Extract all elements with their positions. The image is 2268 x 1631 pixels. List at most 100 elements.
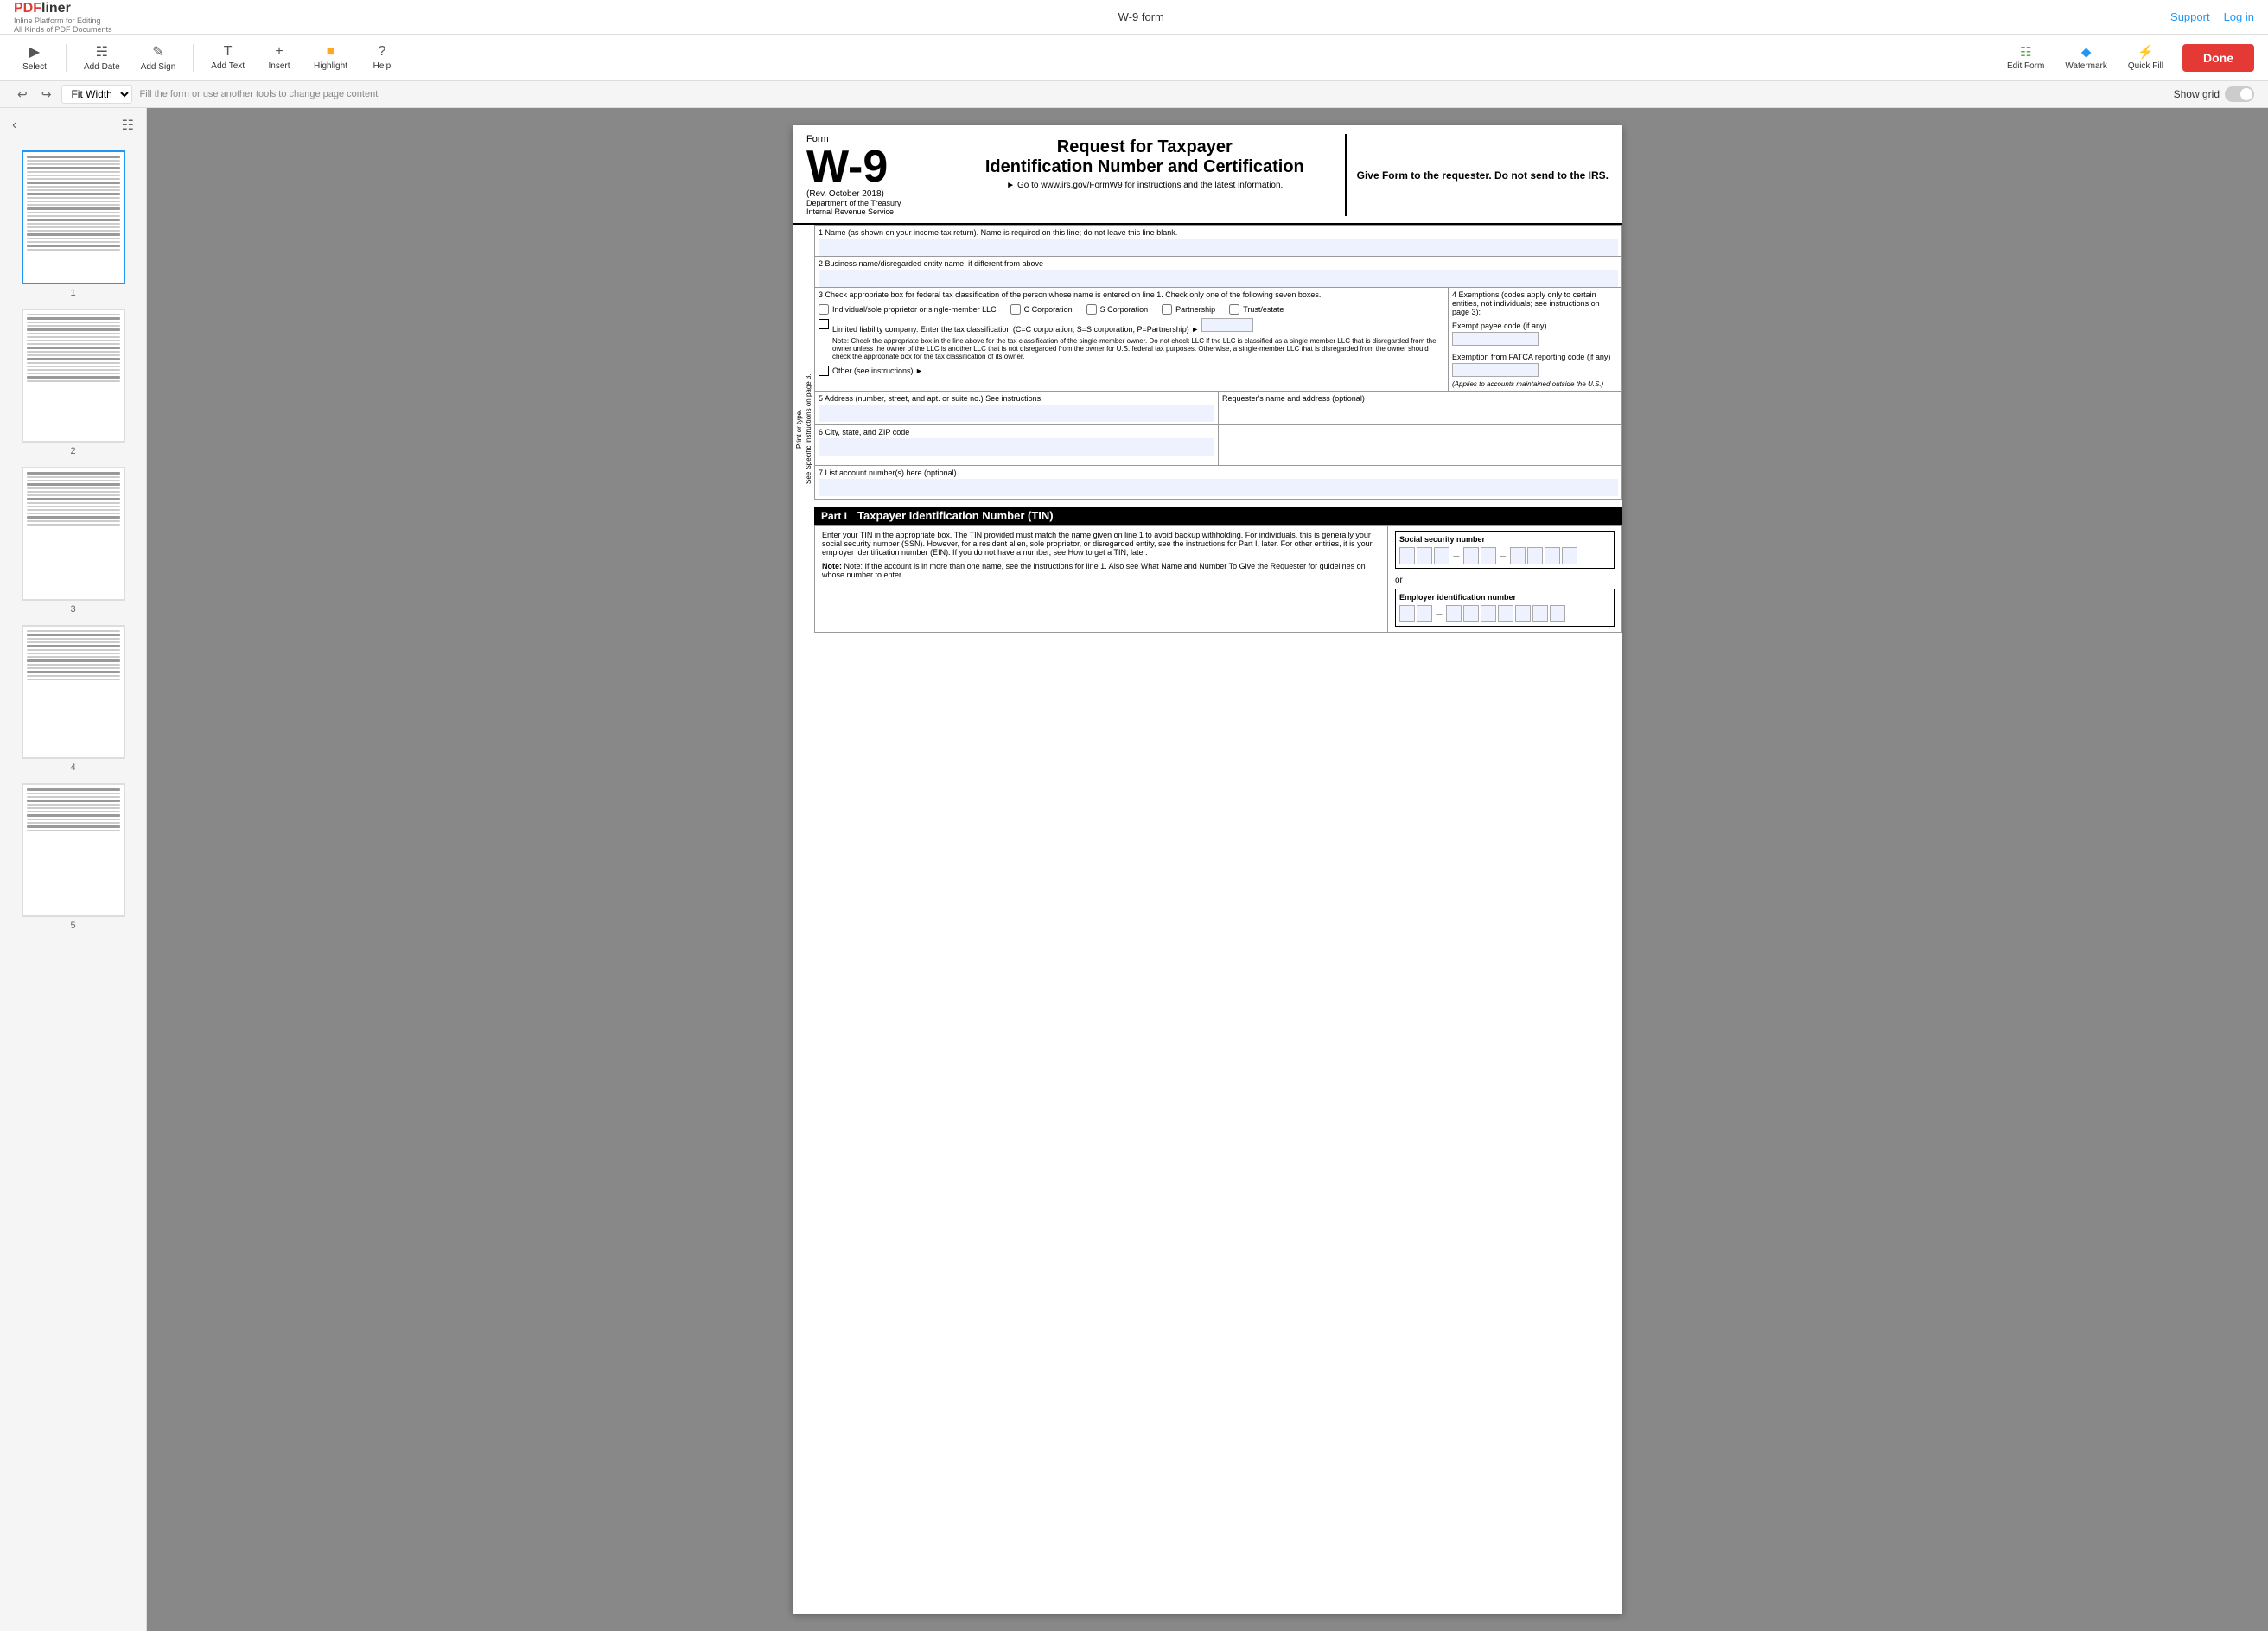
ssn-cell-4[interactable] <box>1463 547 1479 564</box>
requester-name-input[interactable] <box>1222 405 1618 422</box>
help-tool[interactable]: ? Help <box>361 41 403 74</box>
watermark-icon: ◆ <box>2081 44 2092 60</box>
thumbnail-page-3[interactable]: 3 <box>7 467 139 615</box>
thumbnail-page-2[interactable]: 2 <box>7 309 139 456</box>
ssn-cell-3[interactable] <box>1434 547 1449 564</box>
edit-form-icon: ☷ <box>2020 44 2031 60</box>
top-right-actions: Support Log in <box>2170 10 2254 23</box>
ssn-cell-5[interactable] <box>1481 547 1496 564</box>
exempt-payee-input[interactable] <box>1452 332 1539 346</box>
edit-form-tool[interactable]: ☷ Edit Form <box>1998 41 2053 74</box>
scorp-checkbox[interactable] <box>1086 304 1097 315</box>
form-irs: Internal Revenue Service <box>806 207 945 216</box>
thumb-label-5: 5 <box>70 921 75 931</box>
individual-label: Individual/sole proprietor or single-mem… <box>832 305 997 314</box>
or-text: or <box>1395 576 1615 585</box>
ssn-cell-2[interactable] <box>1417 547 1432 564</box>
sidebar-back-button[interactable]: ‹ <box>10 116 18 135</box>
ein-cell-1[interactable] <box>1399 605 1415 622</box>
individual-checkbox[interactable] <box>819 304 829 315</box>
llc-note: Note: Check the appropriate box in the l… <box>832 337 1444 360</box>
ssn-cell-9[interactable] <box>1562 547 1577 564</box>
insert-tool[interactable]: + Insert <box>258 41 300 74</box>
partnership-checkbox[interactable] <box>1162 304 1172 315</box>
fatca-input[interactable] <box>1452 363 1539 377</box>
show-grid-toggle[interactable] <box>2225 86 2254 102</box>
other-checkbox[interactable] <box>819 366 829 376</box>
fit-width-select[interactable]: Fit Width <box>61 85 132 104</box>
ein-cell-3[interactable] <box>1446 605 1462 622</box>
title-line1: Request for Taxpayer <box>945 137 1345 157</box>
ssn-cell-7[interactable] <box>1527 547 1543 564</box>
quick-fill-icon: ⚡ <box>2137 44 2154 60</box>
thumb-img-2 <box>22 309 125 443</box>
watermark-tool[interactable]: ◆ Watermark <box>2056 41 2116 74</box>
partnership-label: Partnership <box>1175 305 1215 314</box>
field1-input[interactable] <box>819 239 1618 256</box>
ein-cell-5[interactable] <box>1481 605 1496 622</box>
trust-checkbox[interactable] <box>1229 304 1239 315</box>
thumb-label-3: 3 <box>70 604 75 615</box>
add-sign-label: Add Sign <box>141 62 176 72</box>
add-date-tool[interactable]: ☵ Add Date <box>77 40 127 75</box>
edit-form-label: Edit Form <box>2007 61 2044 71</box>
ein-cell-6[interactable] <box>1498 605 1513 622</box>
sidebar: ‹ ☷ <box>0 108 147 1631</box>
llc-checkbox[interactable] <box>819 319 829 329</box>
show-grid-control: Show grid <box>2174 86 2254 102</box>
support-link[interactable]: Support <box>2170 10 2210 23</box>
w9-header: Form W-9 (Rev. October 2018) Department … <box>793 125 1622 225</box>
ein-cell-7[interactable] <box>1515 605 1531 622</box>
part1-title: Taxpayer Identification Number (TIN) <box>857 509 1054 522</box>
help-icon: ? <box>379 44 386 60</box>
ssn-cell-8[interactable] <box>1545 547 1560 564</box>
ein-cell-8[interactable] <box>1532 605 1548 622</box>
ssn-box: Social security number – <box>1395 531 1615 569</box>
field7-input[interactable] <box>819 479 1618 496</box>
quick-fill-tool[interactable]: ⚡ Quick Fill <box>2119 41 2172 74</box>
field2-label: 2 Business name/disregarded entity name,… <box>819 259 1618 268</box>
other-label: Other (see instructions) ► <box>832 366 923 375</box>
watermark-label: Watermark <box>2065 61 2107 71</box>
field6-input[interactable] <box>819 438 1214 456</box>
requester-address-input[interactable] <box>1222 428 1618 462</box>
thumb-label-1: 1 <box>70 288 75 298</box>
part1-label: Part I <box>821 510 847 522</box>
select-icon: ▶ <box>29 43 40 61</box>
ein-seg-1 <box>1399 605 1432 622</box>
ssn-cell-6[interactable] <box>1510 547 1526 564</box>
thumbnail-page-5[interactable]: 5 <box>7 783 139 931</box>
select-tool[interactable]: ▶ Select <box>14 40 55 75</box>
thumbnail-page-4[interactable]: 4 <box>7 625 139 773</box>
ccorp-checkbox-item: C Corporation <box>1010 304 1073 315</box>
requester-name-col: Requester's name and address (optional) <box>1219 392 1621 424</box>
login-link[interactable]: Log in <box>2224 10 2254 23</box>
ssn-cell-1[interactable] <box>1399 547 1415 564</box>
thumb-img-4 <box>22 625 125 759</box>
specific-instructions-label: See Specific Instructions on page 3. <box>805 228 812 629</box>
ccorp-checkbox[interactable] <box>1010 304 1021 315</box>
sidebar-pages-button[interactable]: ☷ <box>120 115 136 136</box>
redo-button[interactable]: ↪ <box>38 86 55 104</box>
undo-button[interactable]: ↩ <box>14 86 31 104</box>
row-3-4: 3 Check appropriate box for federal tax … <box>814 287 1622 391</box>
done-button[interactable]: Done <box>2182 44 2254 72</box>
row-3-content: 3 Check appropriate box for federal tax … <box>815 288 1449 391</box>
right-toolbar: ☷ Edit Form ◆ Watermark ⚡ Quick Fill Don… <box>1998 41 2254 74</box>
highlight-icon: ■ <box>327 44 335 60</box>
select-label: Select <box>22 62 47 72</box>
thumbnail-page-1[interactable]: 1 <box>7 150 139 298</box>
field5-input[interactable] <box>819 405 1214 422</box>
ein-cell-2[interactable] <box>1417 605 1432 622</box>
add-text-tool[interactable]: T Add Text <box>204 41 252 74</box>
show-grid-label: Show grid <box>2174 88 2220 100</box>
field2-input[interactable] <box>819 270 1618 287</box>
subtoolbar: ↩ ↪ Fit Width Fill the form or use anoth… <box>0 81 2268 108</box>
part1-text-col: Enter your TIN in the appropriate box. T… <box>815 526 1388 632</box>
hint-text: Fill the form or use another tools to ch… <box>139 89 378 99</box>
ssn-dash-2: – <box>1500 549 1507 563</box>
highlight-tool[interactable]: ■ Highlight <box>307 41 354 74</box>
add-sign-tool[interactable]: ✎ Add Sign <box>134 40 183 75</box>
ein-cell-9[interactable] <box>1550 605 1565 622</box>
ein-cell-4[interactable] <box>1463 605 1479 622</box>
